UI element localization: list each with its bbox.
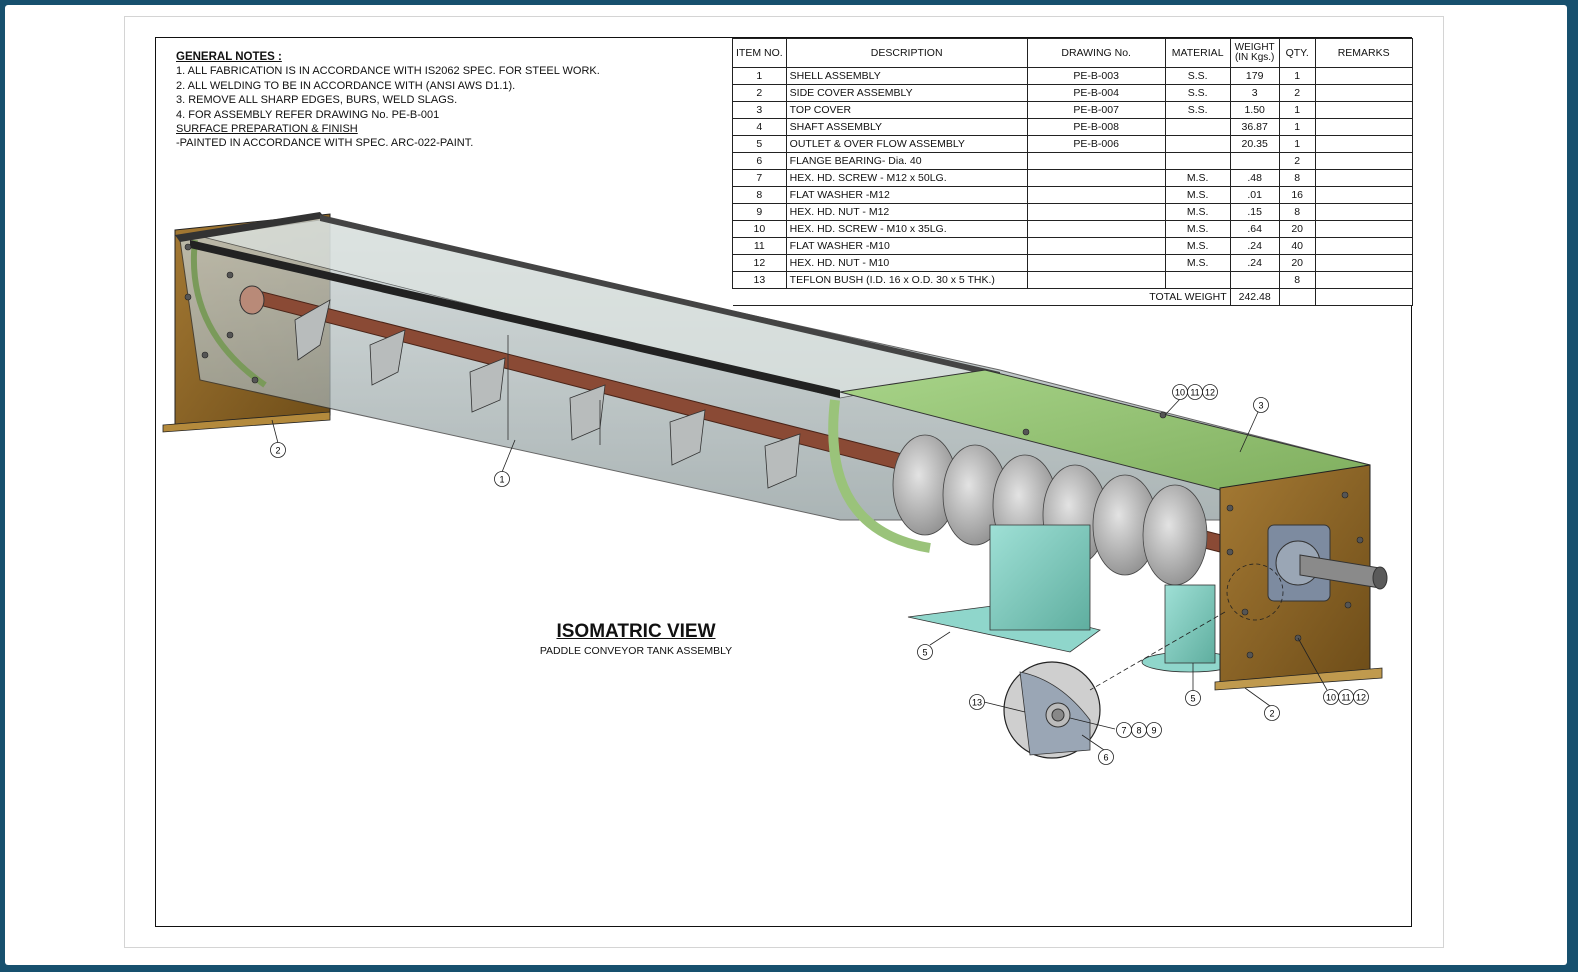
isometric-drawing: 2 1 3 10 11 12 5 5 2 10 11 12 13 7 8 9 6 [162, 212, 1388, 765]
balloon-2-left: 2 [270, 442, 286, 458]
balloon-label: 2 [1269, 709, 1274, 719]
balloon-label: 11 [1190, 388, 1199, 398]
balloon-2-right: 2 [1264, 705, 1280, 721]
balloon-label: 5 [922, 648, 927, 658]
balloon-label: 2 [275, 446, 280, 456]
balloon-label: 13 [972, 698, 982, 708]
balloon-label: 8 [1136, 726, 1141, 736]
balloon-label: 12 [1205, 388, 1215, 398]
balloon-5-left: 5 [917, 644, 933, 660]
balloon-label: 5 [1190, 694, 1195, 704]
balloon-label: 1 [499, 475, 504, 485]
balloon-3: 3 [1253, 397, 1269, 413]
balloon-13: 13 [969, 694, 985, 710]
balloon-label: 7 [1121, 726, 1126, 736]
balloon-group-10-11-12-bottom: 10 11 12 [1323, 689, 1369, 705]
balloon-label: 10 [1175, 388, 1185, 398]
balloon-group-7-8-9: 7 8 9 [1116, 722, 1162, 738]
balloon-1: 1 [494, 471, 510, 487]
balloon-label: 12 [1356, 693, 1366, 703]
balloon-label: 6 [1103, 753, 1108, 763]
balloon-group-10-11-12-top: 10 11 12 [1172, 384, 1218, 400]
balloon-label: 10 [1326, 693, 1336, 703]
view-subtitle: PADDLE CONVEYOR TANK ASSEMBLY [539, 645, 733, 657]
balloon-label: 11 [1341, 693, 1350, 703]
balloon-label: 9 [1151, 726, 1156, 736]
view-title: ISOMATRIC VIEW [556, 621, 716, 642]
balloon-5-right: 5 [1185, 690, 1201, 706]
balloon-label: 3 [1258, 401, 1263, 411]
balloon-6: 6 [1098, 749, 1114, 765]
